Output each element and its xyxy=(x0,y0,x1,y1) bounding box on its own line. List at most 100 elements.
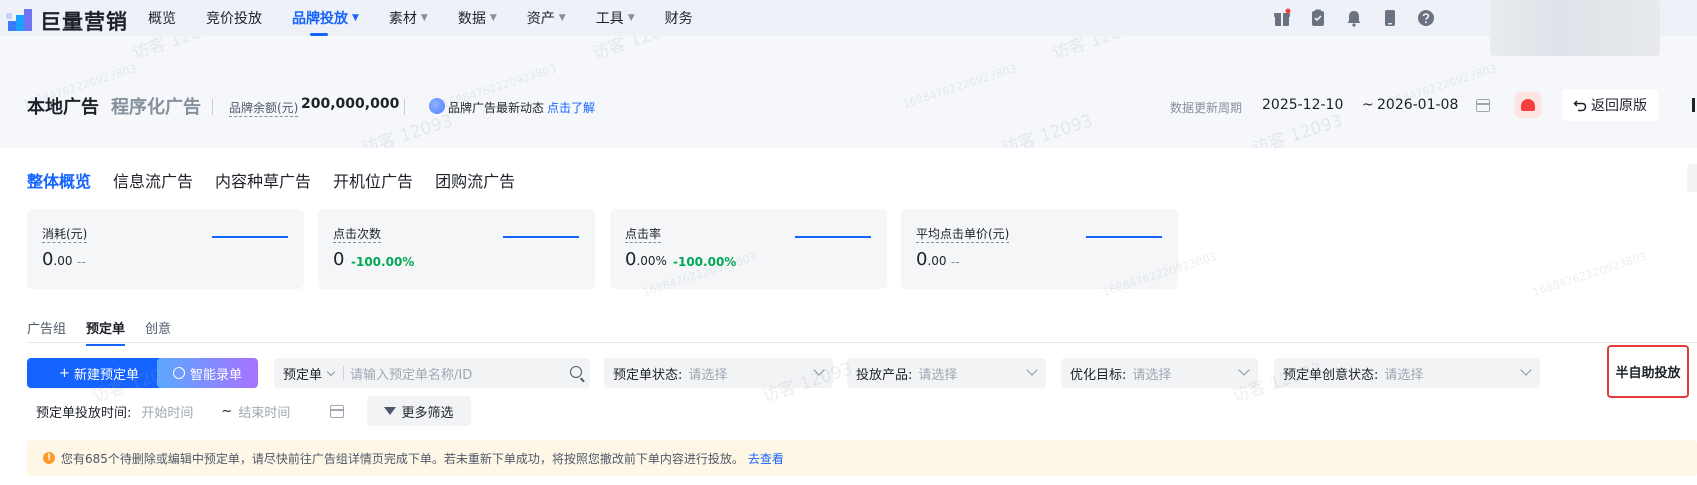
sub-tabs: 广告组 预定单 创意 xyxy=(27,318,171,346)
news-icon xyxy=(429,98,445,114)
nav-item-finance[interactable]: 财务 xyxy=(665,8,693,28)
creative-status-select[interactable]: 预定单创意状态: 请选择 xyxy=(1274,358,1540,388)
time-start-input[interactable]: 开始时间 xyxy=(131,402,193,421)
help-icon[interactable] xyxy=(1416,8,1436,28)
news-link[interactable]: 点击了解 xyxy=(547,99,595,116)
select-label: 预定单状态: xyxy=(613,367,683,383)
metric-sparkline xyxy=(212,236,288,238)
metric-label: 点击率 xyxy=(625,227,662,243)
tab-content[interactable]: 内容种草广告 xyxy=(215,168,311,192)
logo-text: 巨量营销 xyxy=(40,10,128,34)
nav-item-material[interactable]: 素材 ▼ xyxy=(389,8,428,28)
goal-select[interactable]: 优化目标: 请选择 xyxy=(1061,358,1258,388)
nav-item-label: 竞价投放 xyxy=(206,11,262,27)
metric-value: 0 xyxy=(333,249,345,270)
back-button-label: 返回原版 xyxy=(1591,98,1647,114)
nav-item-tools[interactable]: 工具 ▼ xyxy=(596,8,635,28)
metric-sparkline xyxy=(795,236,871,238)
more-filters-label: 更多筛选 xyxy=(401,405,454,421)
back-to-classic-button[interactable]: 返回原版 xyxy=(1562,89,1658,121)
metric-card-cpc[interactable]: 平均点击单价(元) 0.00 -- xyxy=(901,209,1178,289)
tab-splash[interactable]: 开机位广告 xyxy=(333,168,413,192)
logo-mark-icon xyxy=(6,9,34,33)
more-filters-button[interactable]: 更多筛选 xyxy=(367,396,471,426)
notice-link[interactable]: 去查看 xyxy=(748,450,784,467)
new-order-button[interactable]: + 新建预定单 xyxy=(27,358,171,388)
metric-label: 平均点击单价(元) xyxy=(916,227,1010,243)
warning-icon: ! xyxy=(43,452,55,464)
search-type-select[interactable]: 预定单 xyxy=(274,364,322,383)
chevron-down-icon xyxy=(326,367,336,376)
update-period-label: 数据更新周期 xyxy=(1170,101,1243,115)
new-order-label: 新建预定单 xyxy=(73,367,139,383)
nav-item-overview[interactable]: 概览 xyxy=(148,8,176,28)
select-label: 预定单创意状态: xyxy=(1283,367,1379,383)
nav-item-assets[interactable]: 资产 ▼ xyxy=(527,8,566,28)
tab-groupbuy[interactable]: 团购流广告 xyxy=(435,168,515,192)
nav-item-label: 素材 xyxy=(388,11,417,27)
tab-overview[interactable]: 整体概览 xyxy=(27,168,91,192)
bell-icon[interactable] xyxy=(1344,8,1364,28)
semi-auto-button[interactable]: 半自助投放 xyxy=(1607,345,1689,398)
order-status-select[interactable]: 预定单状态: 请选择 xyxy=(604,358,833,388)
phone-icon[interactable] xyxy=(1380,8,1400,28)
calendar-icon[interactable] xyxy=(1476,99,1490,112)
page-title[interactable]: 本地广告 xyxy=(27,93,99,119)
chevron-down-icon xyxy=(1520,364,1532,376)
clipboard-icon[interactable] xyxy=(1308,8,1328,28)
select-placeholder: 请选择 xyxy=(1132,367,1172,383)
warning-notice: ! 您有685个待删除或编辑中预定单，请尽快前往广告组详情页完成下单。若未重新下… xyxy=(27,440,1697,476)
top-nav: 巨量营销 概览 竞价投放 品牌投放 ▼ 素材 ▼ 数据 ▼ 资产 ▼ 工具 ▼ 财务 xyxy=(0,0,1697,56)
news-text: 品牌广告最新动态 xyxy=(448,101,545,115)
user-avatar-area[interactable] xyxy=(1490,0,1660,56)
page-title-secondary[interactable]: 程序化广告 xyxy=(111,93,201,119)
divider xyxy=(27,342,1697,343)
metric-delta: -- xyxy=(951,255,960,269)
side-panel-toggle[interactable] xyxy=(1687,164,1697,192)
chevron-down-icon xyxy=(813,364,825,376)
main-panel: 整体概览 信息流广告 内容种草广告 开机位广告 团购流广告 消耗(元) 0.00… xyxy=(0,148,1697,485)
nav-item-label: 财务 xyxy=(664,11,693,27)
nav-menu: 概览 竞价投放 品牌投放 ▼ 素材 ▼ 数据 ▼ 资产 ▼ 工具 ▼ 财务 xyxy=(148,0,723,36)
plus-icon: + xyxy=(59,365,70,381)
subtab-creative[interactable]: 创意 xyxy=(145,318,171,337)
balance-value: 200,000,000 xyxy=(301,96,400,112)
metric-card-cost[interactable]: 消耗(元) 0.00 -- xyxy=(27,209,304,289)
nav-item-label: 品牌投放 xyxy=(292,11,348,27)
brand-logo[interactable]: 巨量营销 xyxy=(6,6,128,36)
watermark: 16884762220923803 xyxy=(1530,249,1649,300)
tab-feed[interactable]: 信息流广告 xyxy=(113,168,193,192)
time-end-input[interactable]: 结束时间 xyxy=(232,402,290,421)
caret-down-icon: ▼ xyxy=(420,13,428,23)
smart-entry-label: 智能录单 xyxy=(189,367,242,383)
search-input[interactable]: 请输入预定单名称/ID xyxy=(344,364,472,383)
product-select[interactable]: 投放产品: 请选择 xyxy=(847,358,1046,388)
nav-item-bidding[interactable]: 竞价投放 xyxy=(206,8,262,28)
metric-card-clicks[interactable]: 点击次数 0 -100.00% xyxy=(318,209,595,289)
undo-icon xyxy=(1573,100,1587,112)
time-label: 预定单投放时间: xyxy=(36,405,132,421)
time-range-field[interactable]: 预定单投放时间: 开始时间 ~ 结束时间 xyxy=(27,396,351,426)
edge-marker xyxy=(1692,98,1695,112)
nav-item-brand[interactable]: 品牌投放 ▼ xyxy=(292,8,359,36)
subtab-order[interactable]: 预定单 xyxy=(86,318,126,346)
metric-delta: -- xyxy=(77,255,86,269)
date-end[interactable]: 2026-01-08 xyxy=(1377,97,1458,113)
alarm-icon xyxy=(1521,99,1535,111)
smart-entry-button[interactable]: 智能录单 xyxy=(157,358,258,388)
select-placeholder: 请选择 xyxy=(918,367,958,383)
search-icon[interactable] xyxy=(570,366,582,378)
alarm-button[interactable] xyxy=(1515,92,1541,118)
gift-icon[interactable] xyxy=(1272,8,1292,28)
caret-down-icon: ▼ xyxy=(352,13,359,23)
nav-item-data[interactable]: 数据 ▼ xyxy=(458,8,497,28)
select-label: 投放产品: xyxy=(856,367,913,383)
subtab-adgroup[interactable]: 广告组 xyxy=(27,318,66,337)
date-start[interactable]: 2025-12-10 xyxy=(1262,97,1343,113)
chevron-down-icon xyxy=(1026,364,1038,376)
calendar-icon[interactable] xyxy=(330,405,344,418)
metric-card-ctr[interactable]: 点击率 0.00% -100.00% xyxy=(610,209,887,289)
divider xyxy=(212,99,213,115)
search-field[interactable]: 预定单 请输入预定单名称/ID xyxy=(274,358,590,388)
metric-value: 0.00 xyxy=(42,249,73,270)
